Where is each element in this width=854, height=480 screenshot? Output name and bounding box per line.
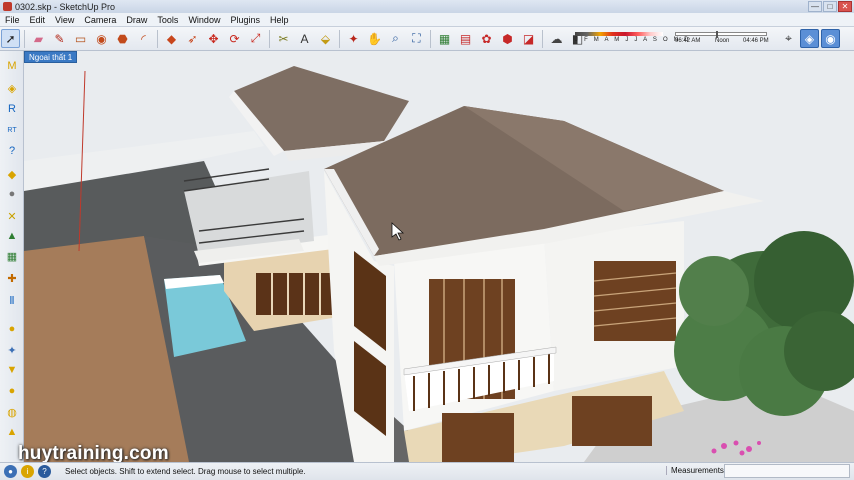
title-bar: 0302.skp - SketchUp Pro — □ ✕ <box>0 0 854 13</box>
walk-icon[interactable]: ◈ <box>800 29 819 48</box>
cone-icon[interactable]: ▲ <box>3 423 21 441</box>
instructor-icon[interactable]: ? <box>38 465 51 478</box>
time-noon-label: Noon <box>715 38 730 44</box>
polygon-icon[interactable]: ⬣ <box>113 29 132 48</box>
tag-icon[interactable]: ◈ <box>3 79 21 97</box>
wand-icon[interactable]: ✦ <box>3 341 21 359</box>
text-icon[interactable]: A <box>295 29 314 48</box>
house-model-render <box>24 51 854 462</box>
pan-icon[interactable]: ✋ <box>365 29 384 48</box>
orbit-icon[interactable]: ✦ <box>344 29 363 48</box>
geo-location-icon[interactable]: ● <box>4 465 17 478</box>
arc-icon[interactable]: ◜ <box>134 29 153 48</box>
toolbar-separator <box>269 29 270 48</box>
move-icon[interactable]: ✥ <box>204 29 223 48</box>
menu-camera[interactable]: Camera <box>79 15 121 25</box>
r-tool-icon[interactable]: R <box>3 100 21 118</box>
time-slider-thumb[interactable] <box>716 31 718 38</box>
eraser-icon[interactable]: ▰ <box>29 29 48 48</box>
components-icon[interactable]: ✿ <box>477 29 496 48</box>
x-tool-icon[interactable]: ✕ <box>3 207 21 225</box>
stamp-icon[interactable]: ▦ <box>3 247 21 265</box>
menu-help[interactable]: Help <box>265 15 294 25</box>
toolbar-separator <box>542 29 543 48</box>
toolbar-separator <box>157 29 158 48</box>
toolbar-separator <box>339 29 340 48</box>
share-model-icon[interactable]: ▤ <box>456 29 475 48</box>
bulb-icon[interactable]: ◍ <box>3 403 21 421</box>
menu-tools[interactable]: Tools <box>152 15 183 25</box>
scene-tab[interactable]: Ngoai thất 1 <box>24 51 78 63</box>
left-toolbar: M ◈ R RT? ◆ ● ✕ ▲ ▦ ✚ Ⅱ ● ✦ ▼ ● ◍ ▲ <box>0 51 24 462</box>
menu-bar: File Edit View Camera Draw Tools Window … <box>0 13 854 27</box>
paint-bucket-icon[interactable]: ⬙ <box>316 29 335 48</box>
tape-measure-icon[interactable]: ✂ <box>274 29 293 48</box>
time-start-label: 06:42 AM <box>675 38 701 44</box>
menu-edit[interactable]: Edit <box>25 15 51 25</box>
rotate-icon[interactable]: ⟳ <box>225 29 244 48</box>
date-slider[interactable] <box>575 32 663 36</box>
sphere-icon[interactable]: ● <box>3 320 21 338</box>
position-camera-icon[interactable]: ⌖ <box>779 29 798 48</box>
help-icon[interactable]: ? <box>3 142 21 160</box>
zoom-extents-icon[interactable]: ⛶ <box>407 29 426 48</box>
sun-shadows-icon[interactable]: ☁ <box>547 29 566 48</box>
menu-draw[interactable]: Draw <box>121 15 152 25</box>
styles-icon[interactable]: ◪ <box>519 29 538 48</box>
measurements-label: Measurements <box>666 466 724 475</box>
time-slider[interactable] <box>675 31 767 38</box>
dot-icon[interactable]: ● <box>3 185 21 203</box>
select-icon[interactable]: ➚ <box>1 29 20 48</box>
menu-file[interactable]: File <box>0 15 25 25</box>
credits-icon[interactable]: i <box>21 465 34 478</box>
pencil-icon[interactable]: ✎ <box>50 29 69 48</box>
circle-icon[interactable]: ◉ <box>92 29 111 48</box>
time-end-label: 04:46 PM <box>743 38 769 44</box>
spot-icon[interactable]: ● <box>3 382 21 400</box>
push-pull-icon[interactable]: ◆ <box>162 29 181 48</box>
rt-tool-icon[interactable]: RT <box>3 121 21 139</box>
close-button[interactable]: ✕ <box>838 1 852 12</box>
funnel-icon[interactable]: ▼ <box>3 361 21 379</box>
pause-icon[interactable]: Ⅱ <box>3 291 21 309</box>
menu-view[interactable]: View <box>50 15 79 25</box>
window-title: 0302.skp - SketchUp Pro <box>15 1 116 12</box>
menu-window[interactable]: Window <box>183 15 225 25</box>
zoom-icon[interactable]: ⌕ <box>386 29 405 48</box>
sketchup-app-icon[interactable] <box>3 2 12 11</box>
label-icon[interactable]: ◆ <box>3 165 21 183</box>
measurements-input[interactable] <box>724 464 850 478</box>
menu-plugins[interactable]: Plugins <box>225 15 265 25</box>
map-icon[interactable]: M <box>3 57 21 75</box>
maximize-button[interactable]: □ <box>823 1 837 12</box>
follow-me-icon[interactable]: ➶ <box>183 29 202 48</box>
compass-icon[interactable]: ✚ <box>3 269 21 287</box>
get-models-icon[interactable]: ▦ <box>435 29 454 48</box>
shadow-settings: J F M A M J J A S O N D 06:42 AM Noon 04… <box>575 31 770 47</box>
look-around-icon[interactable]: ◉ <box>821 29 840 48</box>
minimize-button[interactable]: — <box>808 1 822 12</box>
toolbar-separator <box>24 29 25 48</box>
toolbar-separator <box>430 29 431 48</box>
month-labels: J F M A M J J A S O N D <box>575 37 691 43</box>
status-message: Select objects. Shift to extend select. … <box>65 467 306 476</box>
terrain-icon[interactable]: ▲ <box>3 227 21 245</box>
model-viewport[interactable]: Ngoai thất 1 <box>24 51 854 462</box>
window-controls: — □ ✕ <box>808 1 852 12</box>
view-tools: ⌖ ◈ ◉ <box>778 29 841 48</box>
scale-icon[interactable]: ⤢ <box>246 29 265 48</box>
materials-icon[interactable]: ⬢ <box>498 29 517 48</box>
rectangle-icon[interactable]: ▭ <box>71 29 90 48</box>
